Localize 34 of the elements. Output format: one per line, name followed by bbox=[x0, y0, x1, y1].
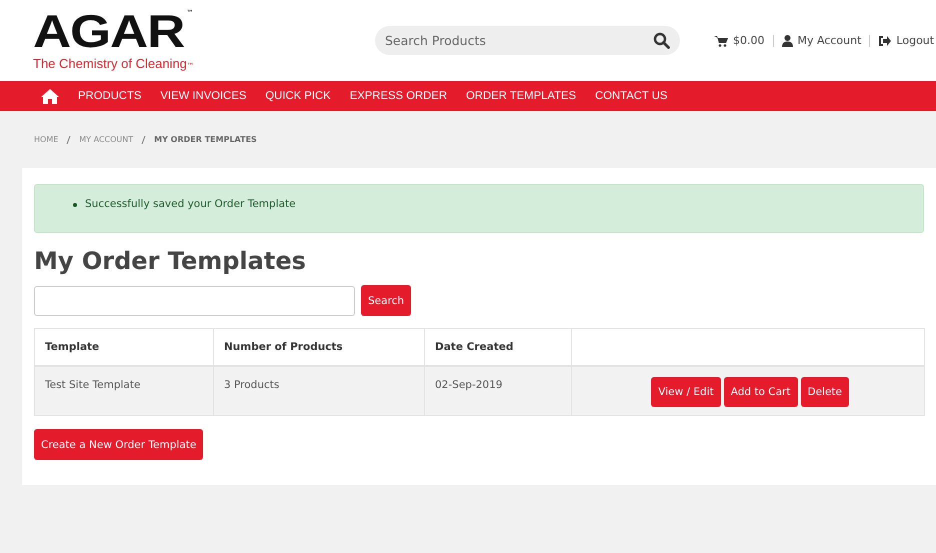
success-message: Successfully saved your Order Template bbox=[85, 198, 296, 210]
my-account-link[interactable]: My Account bbox=[782, 34, 862, 47]
nav-link[interactable]: VIEW INVOICES bbox=[160, 90, 246, 102]
column-header: Number of Products bbox=[224, 340, 343, 353]
logout-link[interactable]: Logout bbox=[878, 34, 934, 47]
create-template-button[interactable]: Create a New Order Template bbox=[34, 429, 204, 460]
user-icon bbox=[782, 34, 792, 46]
table-cell: Test Site Template bbox=[45, 378, 140, 390]
table-cell: 3 Products bbox=[224, 378, 280, 390]
nav-link[interactable]: PRODUCTS bbox=[78, 90, 142, 102]
search-button[interactable]: Search bbox=[361, 285, 412, 316]
cart-link[interactable]: $0.00 bbox=[714, 34, 764, 47]
logout-icon bbox=[878, 34, 892, 46]
breadcrumb-link[interactable]: MY ACCOUNT bbox=[79, 135, 134, 144]
nav-link[interactable]: EXPRESS ORDER bbox=[350, 90, 447, 102]
column-header: Date Created bbox=[435, 340, 514, 353]
search-field[interactable]: Search Products bbox=[375, 26, 680, 55]
action-button[interactable]: Delete bbox=[800, 376, 849, 406]
logo-wordmark[interactable]: AGAR bbox=[33, 9, 184, 53]
cart-icon bbox=[714, 34, 728, 46]
home-icon[interactable] bbox=[41, 88, 59, 104]
search-icon[interactable] bbox=[653, 32, 670, 49]
action-button[interactable]: Add to Cart bbox=[724, 376, 798, 406]
column-header: Template bbox=[45, 340, 100, 353]
nav-link[interactable]: ORDER TEMPLATES bbox=[466, 90, 576, 102]
breadcrumb-link[interactable]: MY ORDER TEMPLATES bbox=[154, 135, 257, 144]
table-cell: 02-Sep-2019 bbox=[435, 378, 502, 390]
logo-tagline: The Chemistry of Cleaning bbox=[33, 56, 187, 71]
nav-link[interactable]: CONTACT US bbox=[595, 90, 668, 102]
action-button[interactable]: View / Edit bbox=[651, 376, 721, 406]
nav-link[interactable]: QUICK PICK bbox=[265, 90, 331, 102]
search-input[interactable] bbox=[34, 286, 355, 316]
page-title: My Order Templates bbox=[34, 247, 307, 275]
breadcrumb-link[interactable]: HOME bbox=[34, 135, 58, 144]
